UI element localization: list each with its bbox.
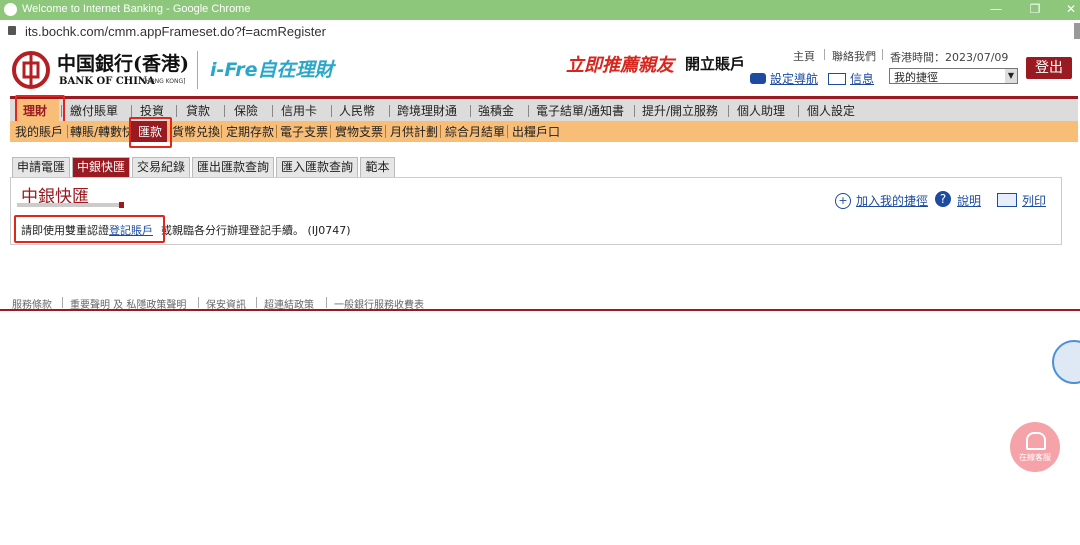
toplink-separator bbox=[824, 49, 825, 60]
nav-item-insurance[interactable]: 保險 bbox=[234, 102, 258, 119]
subnav-item-time-deposit[interactable]: 定期存款 bbox=[226, 123, 274, 140]
subnav-separator bbox=[440, 125, 441, 138]
subnav-item-consolidated-statement[interactable]: 綜合月結單 bbox=[445, 123, 505, 140]
logo-divider bbox=[197, 51, 198, 89]
browser-title-bar: Welcome to Internet Banking - Google Chr… bbox=[0, 0, 1080, 20]
print-icon bbox=[997, 193, 1017, 207]
highlight-box-message bbox=[14, 215, 165, 243]
nav-separator bbox=[389, 105, 390, 117]
scroll-edge bbox=[1074, 23, 1080, 39]
nav-item-credit-card[interactable]: 信用卡 bbox=[281, 102, 317, 119]
message-suffix: 或親臨各分行辦理登記手續。 (IJ0747) bbox=[161, 224, 351, 237]
title-underline bbox=[17, 203, 121, 207]
nav-item-loans[interactable]: 貸款 bbox=[186, 102, 210, 119]
nav-item-bills[interactable]: 繳付賬單 bbox=[70, 102, 118, 119]
nav-separator bbox=[634, 105, 635, 117]
setup-guide-icon bbox=[750, 73, 766, 84]
add-shortcut-icon: + bbox=[835, 193, 851, 209]
tab-outward-enquiry[interactable]: 匯出匯款查詢 bbox=[192, 157, 274, 177]
subnav-item-monthly-plan[interactable]: 月供計劃 bbox=[390, 123, 438, 140]
contact-link[interactable]: 聯絡我們 bbox=[832, 48, 876, 64]
brand-ifre: i-Fre自在理財 bbox=[210, 59, 334, 81]
tab-templates[interactable]: 範本 bbox=[360, 157, 395, 177]
subnav-item-payroll[interactable]: 出糧戶口 bbox=[512, 123, 560, 140]
chrome-icon bbox=[4, 3, 17, 16]
window-title: Welcome to Internet Banking - Google Chr… bbox=[22, 3, 251, 15]
subnav-item-echeque[interactable]: 電子支票 bbox=[280, 123, 328, 140]
title-underline-accent bbox=[119, 202, 124, 208]
live-chat-button[interactable]: 在線客服 bbox=[1010, 422, 1060, 472]
shortcut-selected-value: 我的捷徑 bbox=[894, 71, 938, 84]
nav-separator bbox=[470, 105, 471, 117]
address-bar[interactable]: its.bochk.com/cmm.appFrameset.do?f=acmRe… bbox=[0, 20, 1080, 44]
promo-open-account[interactable]: 開立賬戶 bbox=[685, 53, 745, 74]
subnav-item-physical-cheque[interactable]: 實物支票 bbox=[335, 123, 383, 140]
boc-logo-icon bbox=[12, 51, 50, 89]
logo-english-sub: [HONG KONG] bbox=[143, 78, 186, 85]
url-text[interactable]: its.bochk.com/cmm.appFrameset.do?f=acmRe… bbox=[25, 24, 326, 39]
logout-button[interactable]: 登出 bbox=[1026, 57, 1072, 79]
minimize-icon[interactable]: — bbox=[989, 2, 1003, 16]
subnav-separator bbox=[330, 125, 331, 138]
footer-separator bbox=[256, 297, 257, 308]
chat-headset-icon bbox=[1026, 432, 1046, 450]
nav-item-upgrade-services[interactable]: 提升/開立服務 bbox=[642, 102, 718, 119]
footer-separator bbox=[326, 297, 327, 308]
subnav-item-transfer[interactable]: 轉賬/轉數快 bbox=[70, 123, 134, 140]
content-panel: 中銀快匯 + 加入我的捷徑 ? 說明 列印 請即使用雙重認證登記賬戶 或親臨各分行… bbox=[10, 177, 1062, 245]
footer-separator bbox=[62, 297, 63, 308]
subnav-item-fx[interactable]: 貨幣兑換 bbox=[172, 123, 220, 140]
messages-link[interactable]: 信息 bbox=[850, 70, 874, 87]
nav-item-rmb[interactable]: 人民幣 bbox=[339, 102, 375, 119]
nav-separator bbox=[224, 105, 225, 117]
subnav-separator bbox=[67, 125, 68, 138]
toplink-separator bbox=[882, 49, 883, 60]
nav-item-personal-settings[interactable]: 個人設定 bbox=[807, 102, 855, 119]
restore-icon[interactable]: ❐ bbox=[1028, 2, 1042, 16]
logo-english: BANK OF CHINA bbox=[59, 76, 155, 87]
message-icon bbox=[828, 73, 846, 85]
nav-item-cross-boundary[interactable]: 跨境理財通 bbox=[397, 102, 457, 119]
nav-item-personal-assistant[interactable]: 個人助理 bbox=[737, 102, 785, 119]
nav-item-estatements[interactable]: 電子結單/通知書 bbox=[536, 102, 624, 119]
help-icon: ? bbox=[935, 191, 951, 207]
subnav-separator bbox=[385, 125, 386, 138]
nav-separator bbox=[798, 105, 799, 117]
subnav-separator bbox=[221, 125, 222, 138]
home-link[interactable]: 主頁 bbox=[793, 48, 815, 64]
promo-banner[interactable]: 立即推薦親友 bbox=[566, 51, 674, 77]
highlight-box-remittance bbox=[129, 117, 172, 148]
subnav-item-my-accounts[interactable]: 我的賬戶 bbox=[15, 123, 63, 140]
nav-separator bbox=[528, 105, 529, 117]
tab-boc-express[interactable]: 中銀快匯 bbox=[72, 157, 130, 177]
chevron-down-icon[interactable]: ▼ bbox=[1005, 69, 1017, 83]
highlight-box-wealth bbox=[15, 95, 65, 123]
chat-label: 在線客服 bbox=[1019, 453, 1051, 462]
setup-guide-link[interactable]: 設定導航 bbox=[770, 70, 818, 87]
print-link[interactable]: 列印 bbox=[1022, 192, 1046, 209]
help-link[interactable]: 說明 bbox=[957, 192, 981, 209]
subnav-separator bbox=[276, 125, 277, 138]
footer-separator bbox=[198, 297, 199, 308]
bank-header: 中国銀行(香港) BANK OF CHINA [HONG KONG] i-Fre… bbox=[0, 43, 1080, 96]
footer-divider bbox=[0, 309, 1080, 311]
nav-separator bbox=[728, 105, 729, 117]
hk-time: 香港時間：2023/07/09 bbox=[890, 51, 1009, 64]
robot-assistant-icon[interactable] bbox=[1052, 340, 1080, 384]
shortcut-select[interactable]: 我的捷徑 ▼ bbox=[889, 68, 1018, 84]
nav-item-mpf[interactable]: 強積金 bbox=[478, 102, 514, 119]
logo-chinese: 中国銀行(香港) bbox=[57, 53, 189, 75]
tab-inward-enquiry[interactable]: 匯入匯款查詢 bbox=[276, 157, 358, 177]
nav-separator bbox=[331, 105, 332, 117]
subnav-separator bbox=[507, 125, 508, 138]
tab-transaction-records[interactable]: 交易紀錄 bbox=[132, 157, 190, 177]
nav-separator bbox=[131, 105, 132, 117]
close-icon[interactable]: ✕ bbox=[1064, 2, 1078, 16]
tab-telegraphic-transfer[interactable]: 申請電匯 bbox=[12, 157, 70, 177]
nav-separator bbox=[176, 105, 177, 117]
lock-icon bbox=[8, 26, 16, 35]
nav-separator bbox=[272, 105, 273, 117]
add-shortcut-link[interactable]: 加入我的捷徑 bbox=[856, 192, 928, 209]
